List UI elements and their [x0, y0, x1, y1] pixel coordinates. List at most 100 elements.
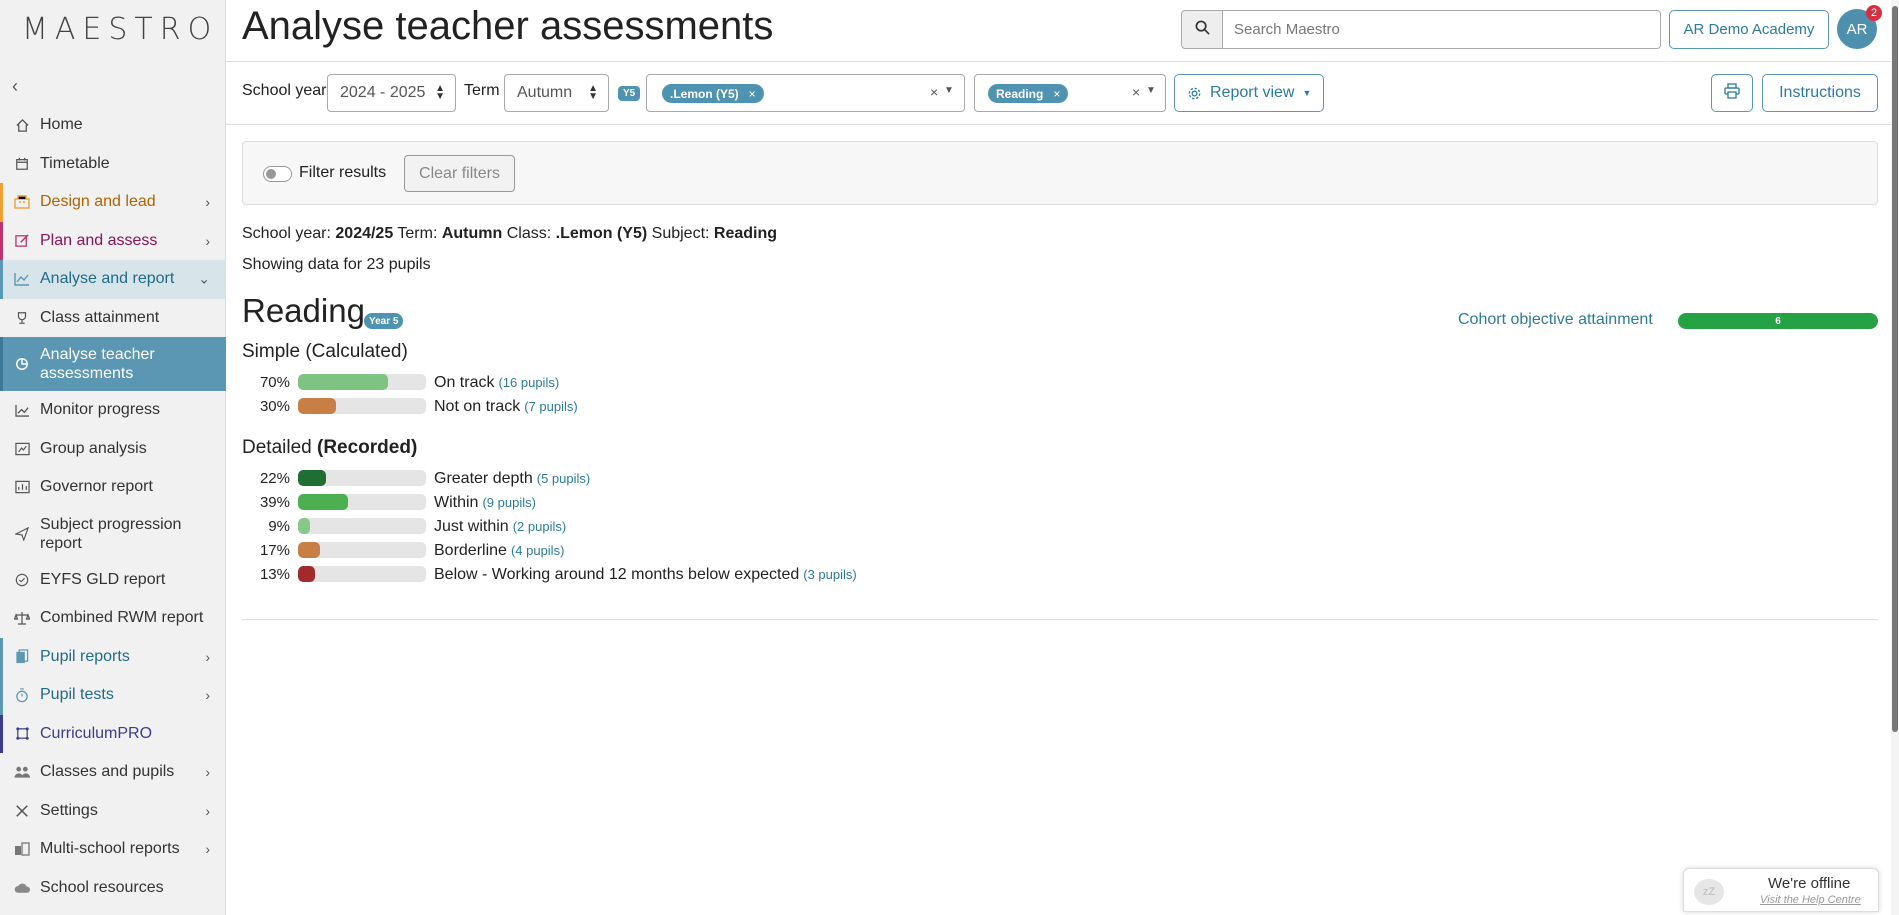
printer-icon: [1724, 82, 1740, 104]
collapse-sidebar-icon[interactable]: ‹: [12, 76, 18, 97]
summary-subject-label: Subject:: [651, 225, 710, 242]
row-label: Greater depth (5 pupils): [434, 470, 590, 488]
detailed-heading: Detailed (Recorded): [242, 437, 417, 459]
row-label: Below - Working around 12 months below e…: [434, 566, 857, 584]
gear-icon: [1187, 86, 1202, 101]
class-chip-label: .Lemon (Y5): [670, 86, 739, 101]
sidebar-item-classes-and-pupils[interactable]: Classes and pupils ›: [0, 753, 226, 792]
sidebar-item-analyse-teacher-assessments[interactable]: Analyse teacher assessments: [0, 337, 226, 391]
sidebar-item-curriculumpro[interactable]: CurriculumPRO: [0, 714, 226, 753]
sidebar-item-label: Combined RWM report: [40, 609, 204, 627]
sidebar-item-pupil-reports[interactable]: Pupil reports ›: [0, 637, 226, 676]
sidebar-item-monitor-progress[interactable]: Monitor progress: [0, 391, 226, 430]
sidebar-item-settings[interactable]: Settings ›: [0, 792, 226, 831]
filter-results-toggle[interactable]: [263, 166, 292, 182]
calendar-icon: [13, 155, 31, 173]
divider: [242, 619, 1878, 620]
sidebar-item-plan-and-assess[interactable]: Plan and assess ›: [0, 221, 226, 260]
sidebar-item-group-analysis[interactable]: Group analysis: [0, 430, 226, 469]
search-button[interactable]: [1181, 10, 1223, 49]
pupil-count-link[interactable]: (16 pupils): [498, 375, 559, 390]
scrollbar-thumb[interactable]: [1892, 6, 1898, 732]
caret-down-icon: ▼: [1302, 88, 1312, 98]
buildings-icon: [13, 840, 31, 858]
sidebar-item-label: Multi-school reports: [40, 840, 180, 858]
subject-select[interactable]: Reading × × ▼: [974, 74, 1166, 112]
term-label: Term: [464, 82, 500, 99]
row-label: Borderline (4 pupils): [434, 542, 564, 560]
sidebar-item-label: Plan and assess: [40, 231, 158, 249]
chevron-down-icon: ⌄: [198, 270, 210, 287]
row-percent: 39%: [259, 494, 290, 511]
cohort-attainment-label[interactable]: Cohort objective attainment: [1458, 311, 1653, 329]
sidebar-item-home[interactable]: Home: [0, 106, 226, 145]
sidebar-item-label: Design and lead: [40, 193, 156, 211]
search-icon: [1195, 20, 1210, 40]
clear-selection-icon[interactable]: ×: [930, 84, 938, 100]
row-label-text: Just within: [434, 518, 509, 535]
toggle-knob: [266, 169, 276, 179]
detailed-row-greater-depth: 22% Greater depth (5 pupils): [242, 468, 942, 488]
subject-chip[interactable]: Reading ×: [988, 84, 1069, 103]
pupil-count-link[interactable]: (5 pupils): [537, 471, 590, 486]
chart-icon: [13, 270, 31, 288]
caret-down-icon[interactable]: ▼: [1146, 85, 1156, 96]
sidebar-item-governor-report[interactable]: Governor report: [0, 468, 226, 507]
academy-button[interactable]: AR Demo Academy: [1669, 10, 1829, 49]
term-select[interactable]: Autumn ▲ ▼: [504, 74, 609, 112]
chevron-right-icon: ›: [205, 232, 210, 249]
sidebar-item-timetable[interactable]: Timetable: [0, 145, 226, 184]
sidebar-nav: Home Timetable Design and lead › Plan an…: [0, 106, 226, 907]
pupil-count-link[interactable]: (9 pupils): [482, 495, 535, 510]
pupil-count-link[interactable]: (3 pupils): [803, 567, 856, 582]
pupil-count-link[interactable]: (4 pupils): [511, 543, 564, 558]
sidebar-item-label: EYFS GLD report: [40, 570, 166, 588]
remove-chip-icon[interactable]: ×: [1053, 87, 1060, 101]
pupil-count-link[interactable]: (7 pupils): [524, 399, 577, 414]
maestro-logo[interactable]: MAESTRO: [22, 12, 218, 47]
sidebar-item-label: CurriculumPRO: [40, 724, 153, 742]
class-chip[interactable]: .Lemon (Y5) ×: [662, 84, 764, 103]
documents-icon: [13, 648, 31, 666]
pupil-count-link[interactable]: (2 pupils): [513, 519, 566, 534]
sidebar-item-label: Pupil tests: [40, 686, 114, 704]
print-button[interactable]: [1711, 74, 1753, 112]
chevron-right-icon: ›: [205, 194, 210, 211]
sidebar-item-design-and-lead[interactable]: Design and lead ›: [0, 183, 226, 222]
row-label-text: Not on track: [434, 398, 521, 415]
page-scrollbar[interactable]: [1891, 0, 1899, 915]
sidebar-item-analyse-and-report[interactable]: Analyse and report ⌄: [0, 260, 226, 299]
sidebar-item-class-attainment[interactable]: Class attainment: [0, 299, 226, 338]
chevron-right-icon: ›: [205, 687, 210, 704]
row-label: On track (16 pupils): [434, 374, 559, 392]
sidebar-item-eyfs-gld-report[interactable]: EYFS GLD report: [0, 561, 226, 600]
remove-chip-icon[interactable]: ×: [749, 87, 756, 101]
sidebar-item-multi-school-reports[interactable]: Multi-school reports ›: [0, 830, 226, 869]
progress-track: [298, 398, 426, 414]
class-select[interactable]: .Lemon (Y5) × × ▼: [646, 74, 965, 112]
detailed-heading-suffix: (Recorded): [317, 437, 418, 458]
sidebar-item-combined-rwm-report[interactable]: Combined RWM report: [0, 599, 226, 638]
school-year-select[interactable]: 2024 - 2025 ▲ ▼: [327, 74, 456, 112]
sidebar-item-school-resources[interactable]: School resources: [0, 869, 226, 908]
instructions-button[interactable]: Instructions: [1762, 74, 1878, 112]
group-chart-icon: [13, 440, 31, 458]
caret-down-icon[interactable]: ▼: [944, 85, 954, 96]
filter-results-label: Filter results: [299, 164, 387, 181]
offline-chat-widget[interactable]: zZ We're offline Visit the Help Centre: [1683, 868, 1879, 912]
clear-filters-button[interactable]: Clear filters: [404, 155, 515, 192]
chevron-right-icon: ›: [205, 841, 210, 858]
simple-heading: Simple (Calculated): [242, 341, 408, 363]
sidebar-item-subject-progression-report[interactable]: Subject progression report: [0, 507, 226, 561]
report-view-dropdown[interactable]: Report view ▼: [1174, 74, 1324, 112]
progress-track: [298, 518, 426, 534]
progress-fill: [298, 494, 348, 510]
progress-track: [298, 566, 426, 582]
row-label-text: On track: [434, 374, 495, 391]
search-input[interactable]: [1222, 10, 1661, 49]
sidebar-item-pupil-tests[interactable]: Pupil tests ›: [0, 676, 226, 715]
help-centre-link[interactable]: Visit the Help Centre: [1760, 894, 1861, 906]
offline-title: We're offline: [1768, 875, 1851, 892]
detailed-heading-label: Detailed: [242, 437, 312, 458]
clear-selection-icon[interactable]: ×: [1132, 84, 1140, 100]
